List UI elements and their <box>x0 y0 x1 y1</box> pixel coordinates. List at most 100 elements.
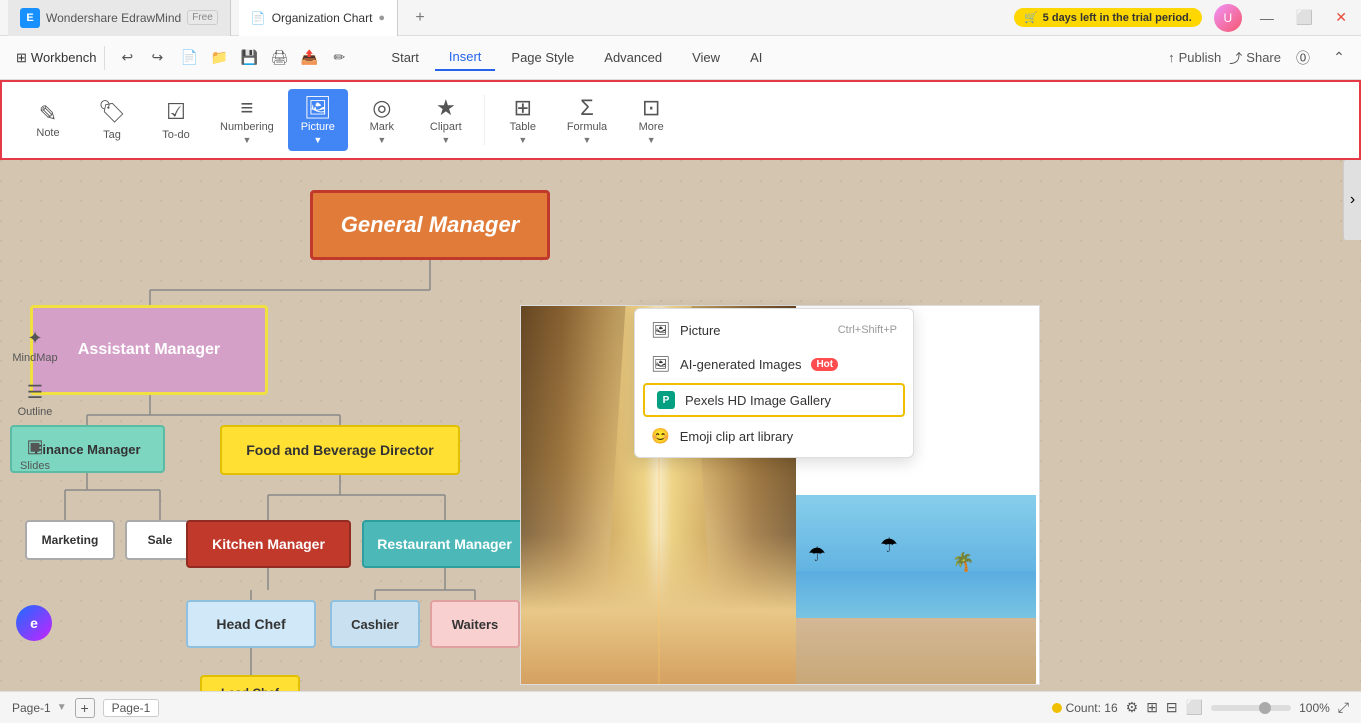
right-collapse-btn[interactable]: › <box>1343 160 1361 240</box>
formula-icon: Σ <box>580 95 594 121</box>
menu-insert[interactable]: Insert <box>435 44 496 71</box>
menu-ai[interactable]: AI <box>736 45 776 70</box>
assistant-manager-label: Assistant Manager <box>78 341 220 359</box>
dropdown-ai-images[interactable]: 🖼 AI-generated Images Hot <box>635 347 913 381</box>
close-btn[interactable]: ✕ <box>1329 7 1353 28</box>
edraw-logo: e <box>16 605 52 641</box>
main-canvas[interactable]: ✦ MindMap ☰ Outline ▣ Slides <box>0 160 1361 691</box>
tab-edrawmind-badge: Free <box>187 10 218 25</box>
ribbon-mark[interactable]: ◎ Mark ▼ <box>352 89 412 151</box>
tab-add-btn[interactable]: + <box>406 4 434 32</box>
kitchen-manager-label: Kitchen Manager <box>212 536 325 552</box>
sidebar-outline[interactable]: ☰ Outline <box>0 374 70 426</box>
status-icon-2[interactable]: ⊞ <box>1146 699 1158 716</box>
tab-org-chart-label: Organization Chart <box>272 11 373 25</box>
node-kitchen-manager[interactable]: Kitchen Manager <box>186 520 351 568</box>
dropdown-pexels[interactable]: P Pexels HD Image Gallery <box>643 383 905 417</box>
ribbon-more[interactable]: ⊡ More ▼ <box>621 89 681 151</box>
menu-view[interactable]: View <box>678 45 734 70</box>
zoom-slider[interactable] <box>1211 705 1291 711</box>
status-icon-1[interactable]: ⚙ <box>1126 699 1139 716</box>
collapse-btn[interactable]: ⌃ <box>1325 44 1353 72</box>
export-btn[interactable]: 📤 <box>295 44 323 72</box>
dropdown-picture[interactable]: 🖼 Picture Ctrl+Shift+P <box>635 313 913 347</box>
open-btn[interactable]: 📁 <box>205 44 233 72</box>
ribbon-note[interactable]: ✎ Note <box>18 95 78 145</box>
dropdown-emoji[interactable]: 😊 Emoji clip art library <box>635 419 913 453</box>
status-icon-3[interactable]: ⊟ <box>1166 699 1178 716</box>
minimize-btn[interactable]: — <box>1254 8 1280 28</box>
maximize-btn[interactable]: ⬜ <box>1290 7 1319 28</box>
trial-badge: 🛒 5 days left in the trial period. <box>1014 8 1202 27</box>
more-icon: ⊡ <box>642 95 660 121</box>
node-general-manager[interactable]: General Manager <box>310 190 550 260</box>
node-cashier[interactable]: Cashier <box>330 600 420 648</box>
ribbon-table[interactable]: ⊞ Table ▼ <box>493 89 553 151</box>
workbench-btn[interactable]: ⊞ Workbench <box>8 46 105 70</box>
menu-page-style[interactable]: Page Style <box>497 45 588 70</box>
help-btn[interactable]: ⓪ <box>1289 44 1317 72</box>
menu-tabs: Start Insert Page Style Advanced View AI <box>377 44 776 71</box>
food-beverage-label: Food and Beverage Director <box>246 442 434 458</box>
count-badge: Count: 16 <box>1052 701 1118 715</box>
node-food-beverage[interactable]: Food and Beverage Director <box>220 425 460 475</box>
mark-arrow: ▼ <box>377 135 386 145</box>
pexels-icon: P <box>657 391 675 409</box>
numbering-arrow: ▼ <box>242 135 251 145</box>
zoom-label: 100% <box>1299 701 1330 715</box>
ribbon-numbering[interactable]: ≡ Numbering ▼ <box>210 89 284 151</box>
node-marketing[interactable]: Marketing <box>25 520 115 560</box>
clipart-icon: ★ <box>436 95 456 121</box>
undo-btn[interactable]: ↩ <box>113 44 141 72</box>
user-avatar[interactable]: U <box>1214 4 1242 32</box>
tab-edrawmind[interactable]: E Wondershare EdrawMind Free <box>8 0 231 36</box>
more-arrow: ▼ <box>647 135 656 145</box>
ribbon-clipart[interactable]: ★ Clipart ▼ <box>416 89 476 151</box>
title-bar-left: E Wondershare EdrawMind Free 📄 Organizat… <box>8 0 434 36</box>
node-head-chef[interactable]: Head Chef <box>186 600 316 648</box>
publish-label: Publish <box>1179 50 1222 65</box>
node-sale[interactable]: Sale <box>125 520 195 560</box>
main-toolbar: ⊞ Workbench ↩ ↪ 📄 📁 💾 🖨 📤 ✏ Start Insert… <box>0 36 1361 80</box>
tab-close-btn[interactable]: ● <box>378 12 385 24</box>
sidebar-mindmap[interactable]: ✦ MindMap <box>0 320 70 372</box>
ribbon-sep-1 <box>484 95 485 145</box>
ribbon-tag[interactable]: 🏷 Tag <box>82 93 142 147</box>
page-dropdown-arrow[interactable]: ▼ <box>57 702 67 713</box>
publish-btn[interactable]: ↑ Publish <box>1168 50 1221 65</box>
count-dot <box>1052 703 1062 713</box>
slides-icon: ▣ <box>26 436 43 457</box>
share-btn[interactable]: ⤴ Share <box>1229 48 1281 67</box>
page-selector: Page-1 ▼ <box>12 701 67 715</box>
tag-icon: 🏷 <box>98 99 126 125</box>
restaurant-manager-label: Restaurant Manager <box>377 536 512 552</box>
edit-btn[interactable]: ✏ <box>325 44 353 72</box>
node-waiters[interactable]: Waiters <box>430 600 520 648</box>
ribbon-todo[interactable]: ☑ To-do <box>146 93 206 147</box>
menu-start[interactable]: Start <box>377 45 432 70</box>
node-restaurant-manager[interactable]: Restaurant Manager <box>362 520 527 568</box>
menu-advanced[interactable]: Advanced <box>590 45 676 70</box>
node-lead-chef[interactable]: Lead Chef <box>200 675 300 691</box>
workbench-label: Workbench <box>31 50 97 65</box>
save-btn[interactable]: 💾 <box>235 44 263 72</box>
add-page-btn[interactable]: + <box>75 698 95 718</box>
more-label: More <box>639 121 664 133</box>
fit-screen-btn[interactable]: ⤢ <box>1338 699 1349 716</box>
redo-btn[interactable]: ↪ <box>143 44 171 72</box>
waiters-label: Waiters <box>452 617 498 632</box>
ribbon-formula[interactable]: Σ Formula ▼ <box>557 89 617 151</box>
title-bar: E Wondershare EdrawMind Free 📄 Organizat… <box>0 0 1361 36</box>
mark-icon: ◎ <box>372 95 391 121</box>
status-icon-4[interactable]: ⬜ <box>1186 699 1203 716</box>
todo-icon: ☑ <box>166 99 186 125</box>
picture-arrow: ▼ <box>313 135 322 145</box>
print-btn[interactable]: 🖨 <box>265 44 293 72</box>
toolbar-right: ↑ Publish ⤴ Share ⓪ ⌃ <box>1168 44 1353 72</box>
ribbon-picture[interactable]: 🖼 Picture ▼ <box>288 89 348 151</box>
numbering-label: Numbering <box>220 121 274 133</box>
tab-org-chart[interactable]: 📄 Organization Chart ● <box>239 0 398 36</box>
new-btn[interactable]: 📄 <box>175 44 203 72</box>
page-tab-name[interactable]: Page-1 <box>103 699 160 717</box>
sidebar-slides[interactable]: ▣ Slides <box>0 428 70 480</box>
